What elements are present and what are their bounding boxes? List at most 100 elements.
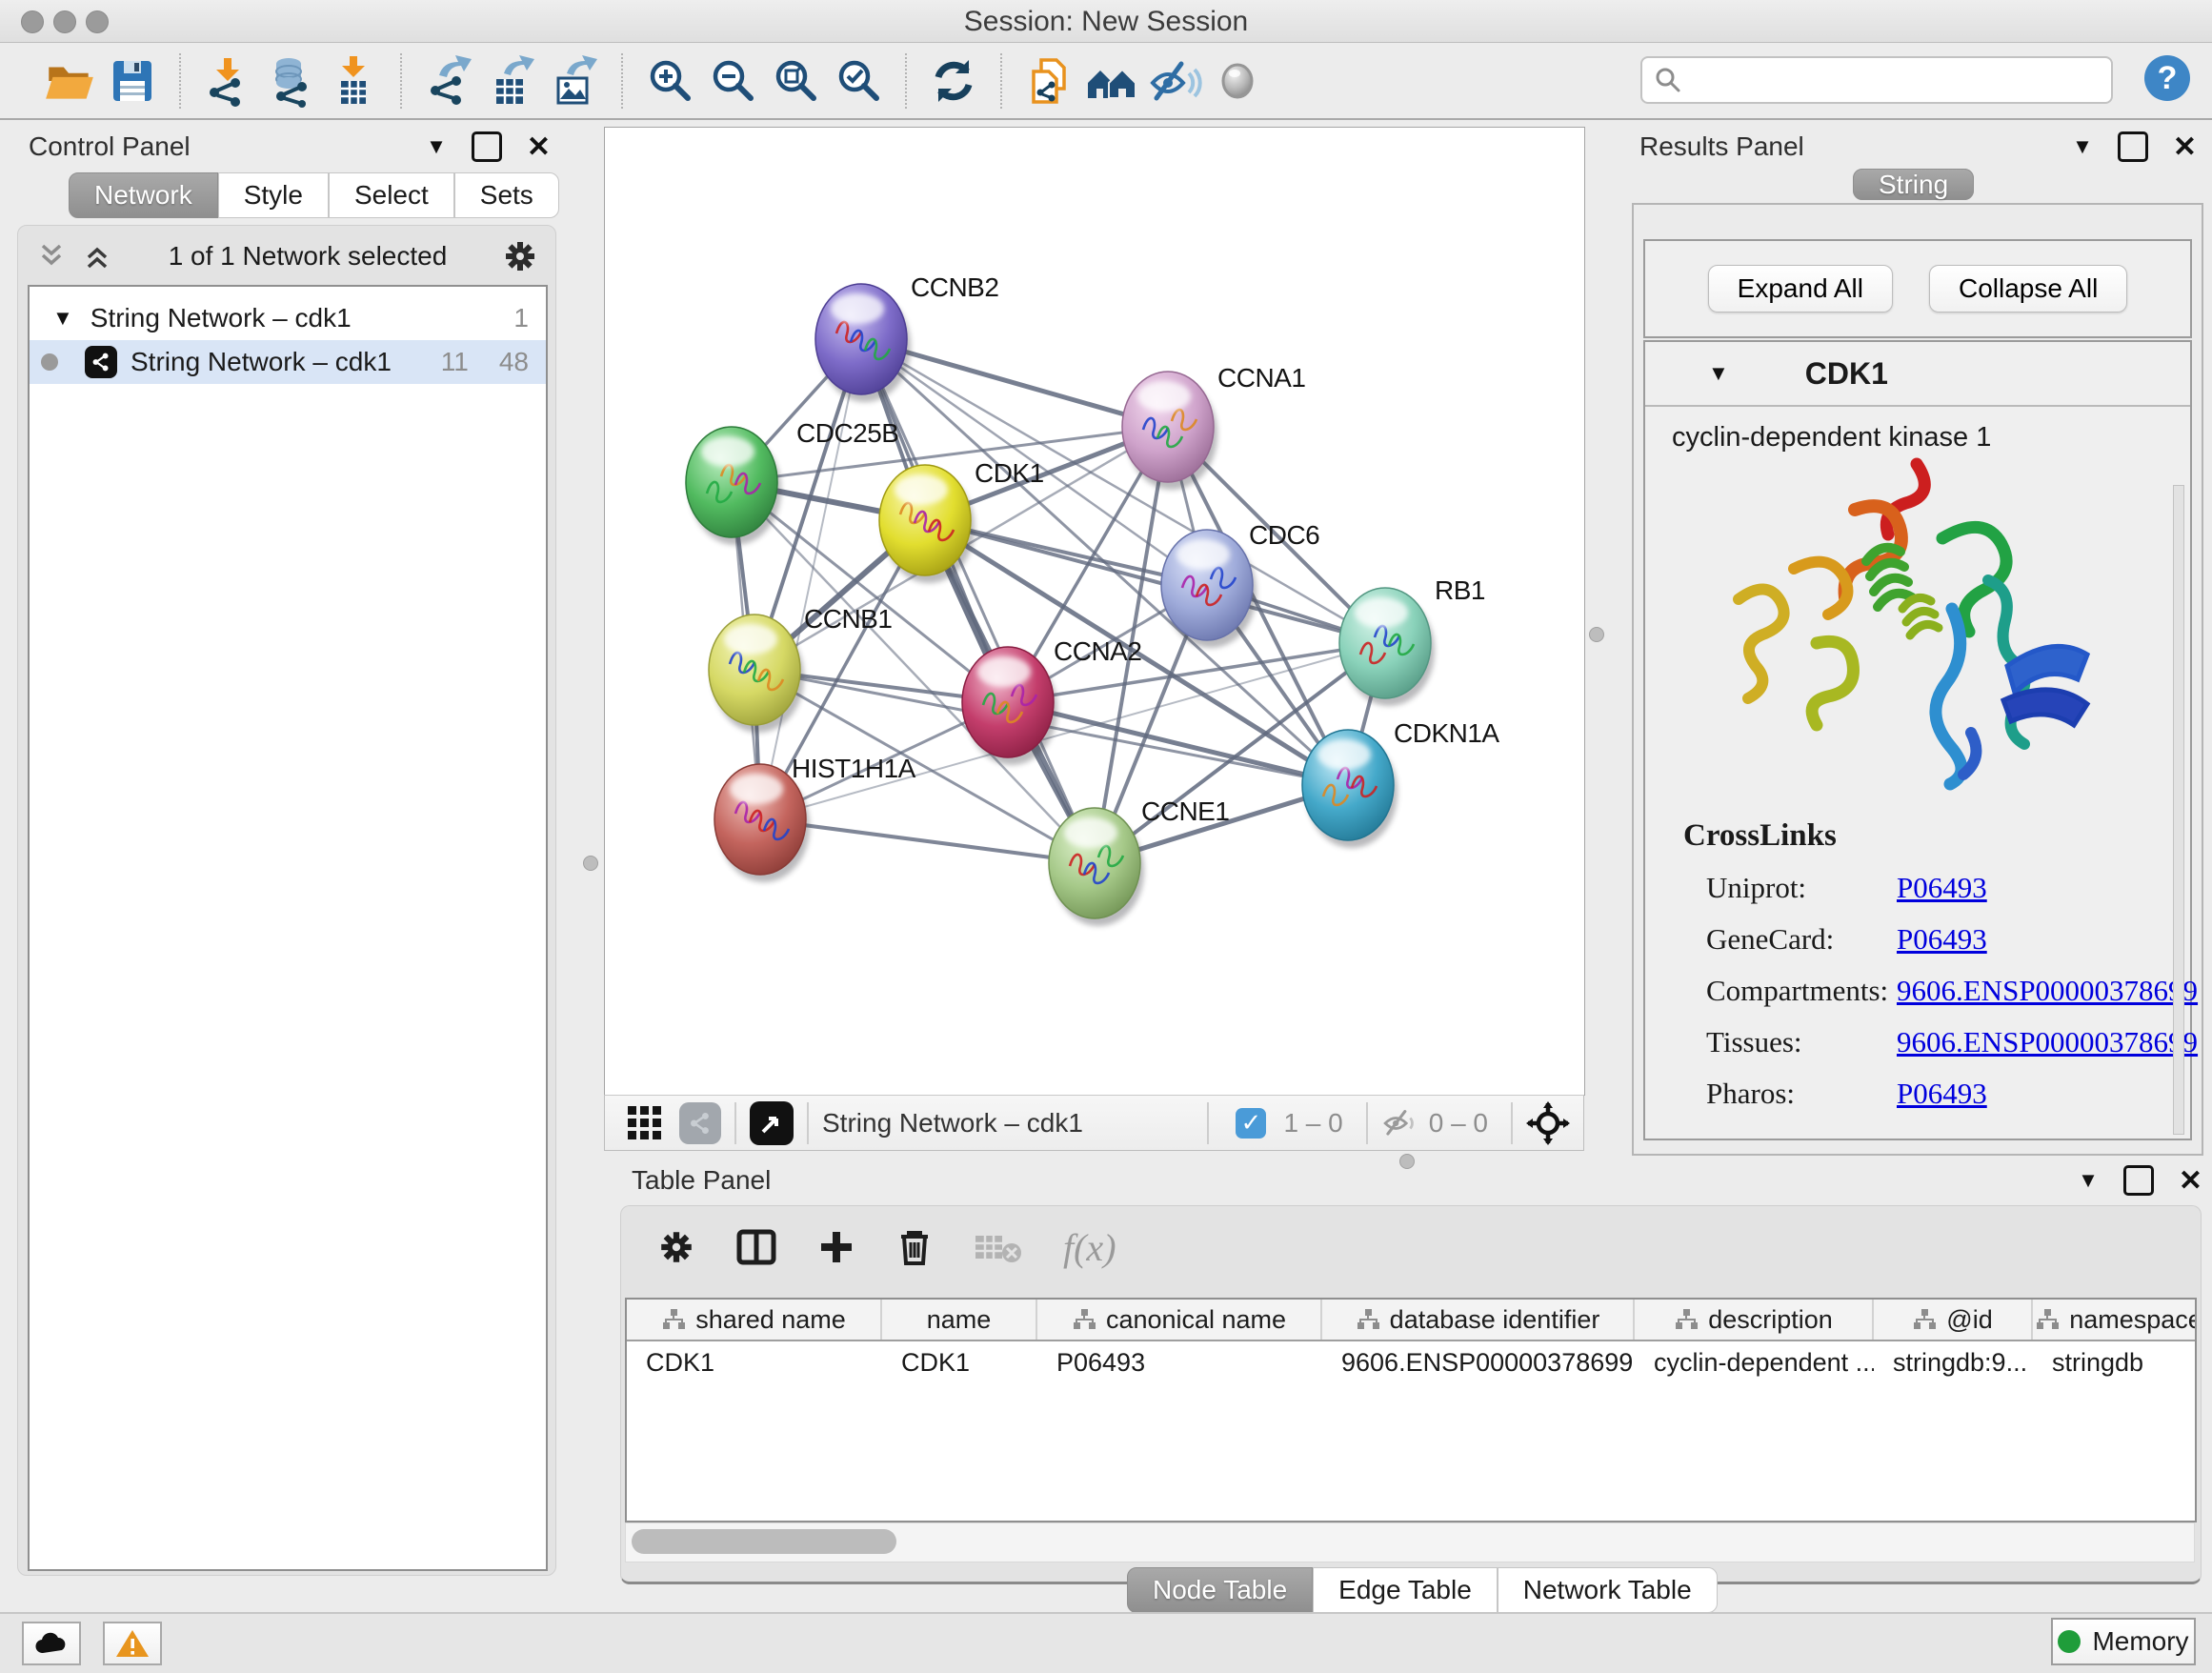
export-table-button[interactable]	[480, 50, 543, 111]
results-scrollbar[interactable]	[2173, 485, 2184, 1135]
float-panel-icon[interactable]	[2118, 131, 2148, 162]
table-cell[interactable]: 9606.ENSP00000378699	[1322, 1341, 1635, 1383]
network-node-CCNB1[interactable]: CCNB1	[709, 604, 892, 733]
memory-button[interactable]: Memory	[2051, 1618, 2196, 1665]
search-input[interactable]	[1690, 65, 2111, 96]
node-section-header[interactable]: ▼ CDK1	[1645, 342, 2190, 407]
network-edge[interactable]	[760, 819, 1095, 863]
import-table-button[interactable]	[322, 50, 385, 111]
table-settings-gear-icon[interactable]	[657, 1228, 695, 1266]
column-header--id[interactable]: @id	[1874, 1300, 2033, 1340]
zoom-out-button[interactable]	[701, 50, 764, 111]
crosslink-link[interactable]: P06493	[1897, 922, 1987, 957]
expand-all-icon[interactable]	[81, 242, 113, 271]
zoom-in-button[interactable]	[638, 50, 701, 111]
column-header-canonical-name[interactable]: canonical name	[1037, 1300, 1322, 1340]
float-panel-icon[interactable]	[2123, 1165, 2154, 1196]
column-header-description[interactable]: description	[1635, 1300, 1874, 1340]
network-node-CDK1[interactable]: CDK1	[879, 458, 1044, 583]
crosslink-link[interactable]: 9606.ENSP00000378699	[1897, 1025, 2198, 1059]
network-collection-row[interactable]: ▼ String Network – cdk1 1	[30, 296, 546, 340]
export-image-button[interactable]	[543, 50, 606, 111]
table-cell[interactable]: CDK1	[627, 1341, 882, 1383]
crosslink-link[interactable]: P06493	[1897, 871, 1987, 905]
collapse-all-icon[interactable]	[35, 242, 68, 271]
network-node-CDC6[interactable]: CDC6	[1161, 520, 1319, 648]
tab-network-table[interactable]: Network Table	[1498, 1567, 1718, 1613]
add-column-icon[interactable]	[817, 1228, 855, 1266]
table-cell[interactable]: cyclin-dependent ...	[1635, 1341, 1874, 1383]
open-session-button[interactable]	[38, 50, 101, 111]
scrollbar-thumb[interactable]	[632, 1529, 896, 1554]
gear-icon[interactable]	[502, 238, 538, 274]
collapse-all-button[interactable]: Collapse All	[1929, 265, 2127, 312]
table-horizontal-scrollbar[interactable]	[625, 1522, 2195, 1562]
fit-selected-icon[interactable]	[1526, 1101, 1570, 1145]
import-network-file-button[interactable]	[196, 50, 259, 111]
hidden-eye-icon[interactable]	[1381, 1107, 1419, 1139]
refresh-button[interactable]	[922, 50, 985, 111]
table-cell[interactable]: stringdb	[2033, 1341, 2197, 1383]
close-panel-icon[interactable]: ✕	[527, 131, 551, 164]
tab-node-table[interactable]: Node Table	[1127, 1567, 1313, 1613]
panel-menu-icon[interactable]: ▼	[426, 134, 447, 159]
section-collapse-icon[interactable]: ▼	[1708, 361, 1729, 386]
export-network-button[interactable]	[417, 50, 480, 111]
table-cell[interactable]: CDK1	[882, 1341, 1037, 1383]
delete-column-icon[interactable]	[895, 1227, 934, 1267]
tab-style[interactable]: Style	[218, 172, 329, 218]
right-splitter-handle[interactable]	[1589, 627, 1604, 642]
expand-all-button[interactable]: Expand All	[1708, 265, 1893, 312]
duplicate-network-button[interactable]	[1017, 50, 1080, 111]
panel-menu-icon[interactable]: ▼	[2072, 134, 2093, 159]
float-panel-icon[interactable]	[472, 131, 502, 162]
crosslink-link[interactable]: P06493	[1897, 1077, 1987, 1111]
table-cell[interactable]: P06493	[1037, 1341, 1322, 1383]
zoom-selected-button[interactable]	[827, 50, 890, 111]
selected-checkbox-icon[interactable]: ✓	[1236, 1108, 1266, 1139]
panel-menu-icon[interactable]: ▼	[2078, 1168, 2099, 1193]
tab-network[interactable]: Network	[69, 172, 218, 218]
network-node-HIST1H1A[interactable]: HIST1H1A	[714, 754, 916, 882]
help-button[interactable]: ?	[2142, 52, 2193, 104]
show-all-button[interactable]	[1080, 50, 1143, 111]
left-splitter-handle[interactable]	[583, 856, 598, 871]
network-graph[interactable]: CCNB2CCNA1CDC25BCDK1CDC6RB1CCNB1CCNA2CDK…	[605, 128, 1584, 1095]
network-node-CCNE1[interactable]: CCNE1	[1049, 796, 1229, 926]
import-network-database-button[interactable]	[259, 50, 322, 111]
network-edge[interactable]	[760, 339, 861, 819]
tab-edge-table[interactable]: Edge Table	[1313, 1567, 1498, 1613]
column-header-namespace[interactable]: namespace	[2033, 1300, 2197, 1340]
node-table[interactable]: shared namenamecanonical namedatabase id…	[625, 1298, 2197, 1522]
column-header-name[interactable]: name	[882, 1300, 1037, 1340]
close-panel-icon[interactable]: ✕	[2179, 1164, 2202, 1198]
cloud-status-button[interactable]	[22, 1622, 81, 1665]
zoom-selected-icon	[832, 54, 885, 108]
tab-select[interactable]: Select	[329, 172, 454, 218]
column-header-database-identifier[interactable]: database identifier	[1322, 1300, 1635, 1340]
table-cell[interactable]: stringdb:9...	[1874, 1341, 2033, 1383]
tab-sets[interactable]: Sets	[454, 172, 559, 218]
close-panel-icon[interactable]: ✕	[2173, 131, 2197, 164]
collapse-triangle-icon[interactable]: ▼	[52, 306, 73, 331]
toggle-glass-eye-button[interactable]	[1206, 50, 1269, 111]
network-canvas[interactable]: CCNB2CCNA1CDC25BCDK1CDC6RB1CCNB1CCNA2CDK…	[604, 127, 1585, 1096]
birds-eye-view-icon[interactable]	[750, 1101, 794, 1145]
table-row[interactable]: CDK1CDK1P064939606.ENSP00000378699cyclin…	[627, 1341, 2195, 1383]
crosslink-link[interactable]: 9606.ENSP00000378699	[1897, 974, 2198, 1008]
network-node-CDC25B[interactable]: CDC25B	[686, 418, 898, 545]
tab-string[interactable]: String	[1853, 169, 1974, 200]
control-panel-tabs: NetworkStyleSelectSets	[69, 172, 564, 218]
warning-status-button[interactable]	[103, 1622, 162, 1665]
network-node-CDKN1A[interactable]: CDKN1A	[1302, 718, 1499, 848]
network-row-selected[interactable]: String Network – cdk1 11 48	[30, 340, 546, 384]
network-node-RB1[interactable]: RB1	[1339, 575, 1485, 706]
string-style-icon[interactable]	[679, 1102, 721, 1144]
hide-selected-button[interactable]	[1143, 50, 1206, 111]
save-session-button[interactable]	[101, 50, 164, 111]
column-header-shared-name[interactable]: shared name	[627, 1300, 882, 1340]
search-box[interactable]	[1640, 56, 2113, 104]
grid-view-icon[interactable]	[626, 1104, 664, 1142]
show-columns-icon[interactable]	[735, 1226, 777, 1268]
zoom-fit-button[interactable]	[764, 50, 827, 111]
